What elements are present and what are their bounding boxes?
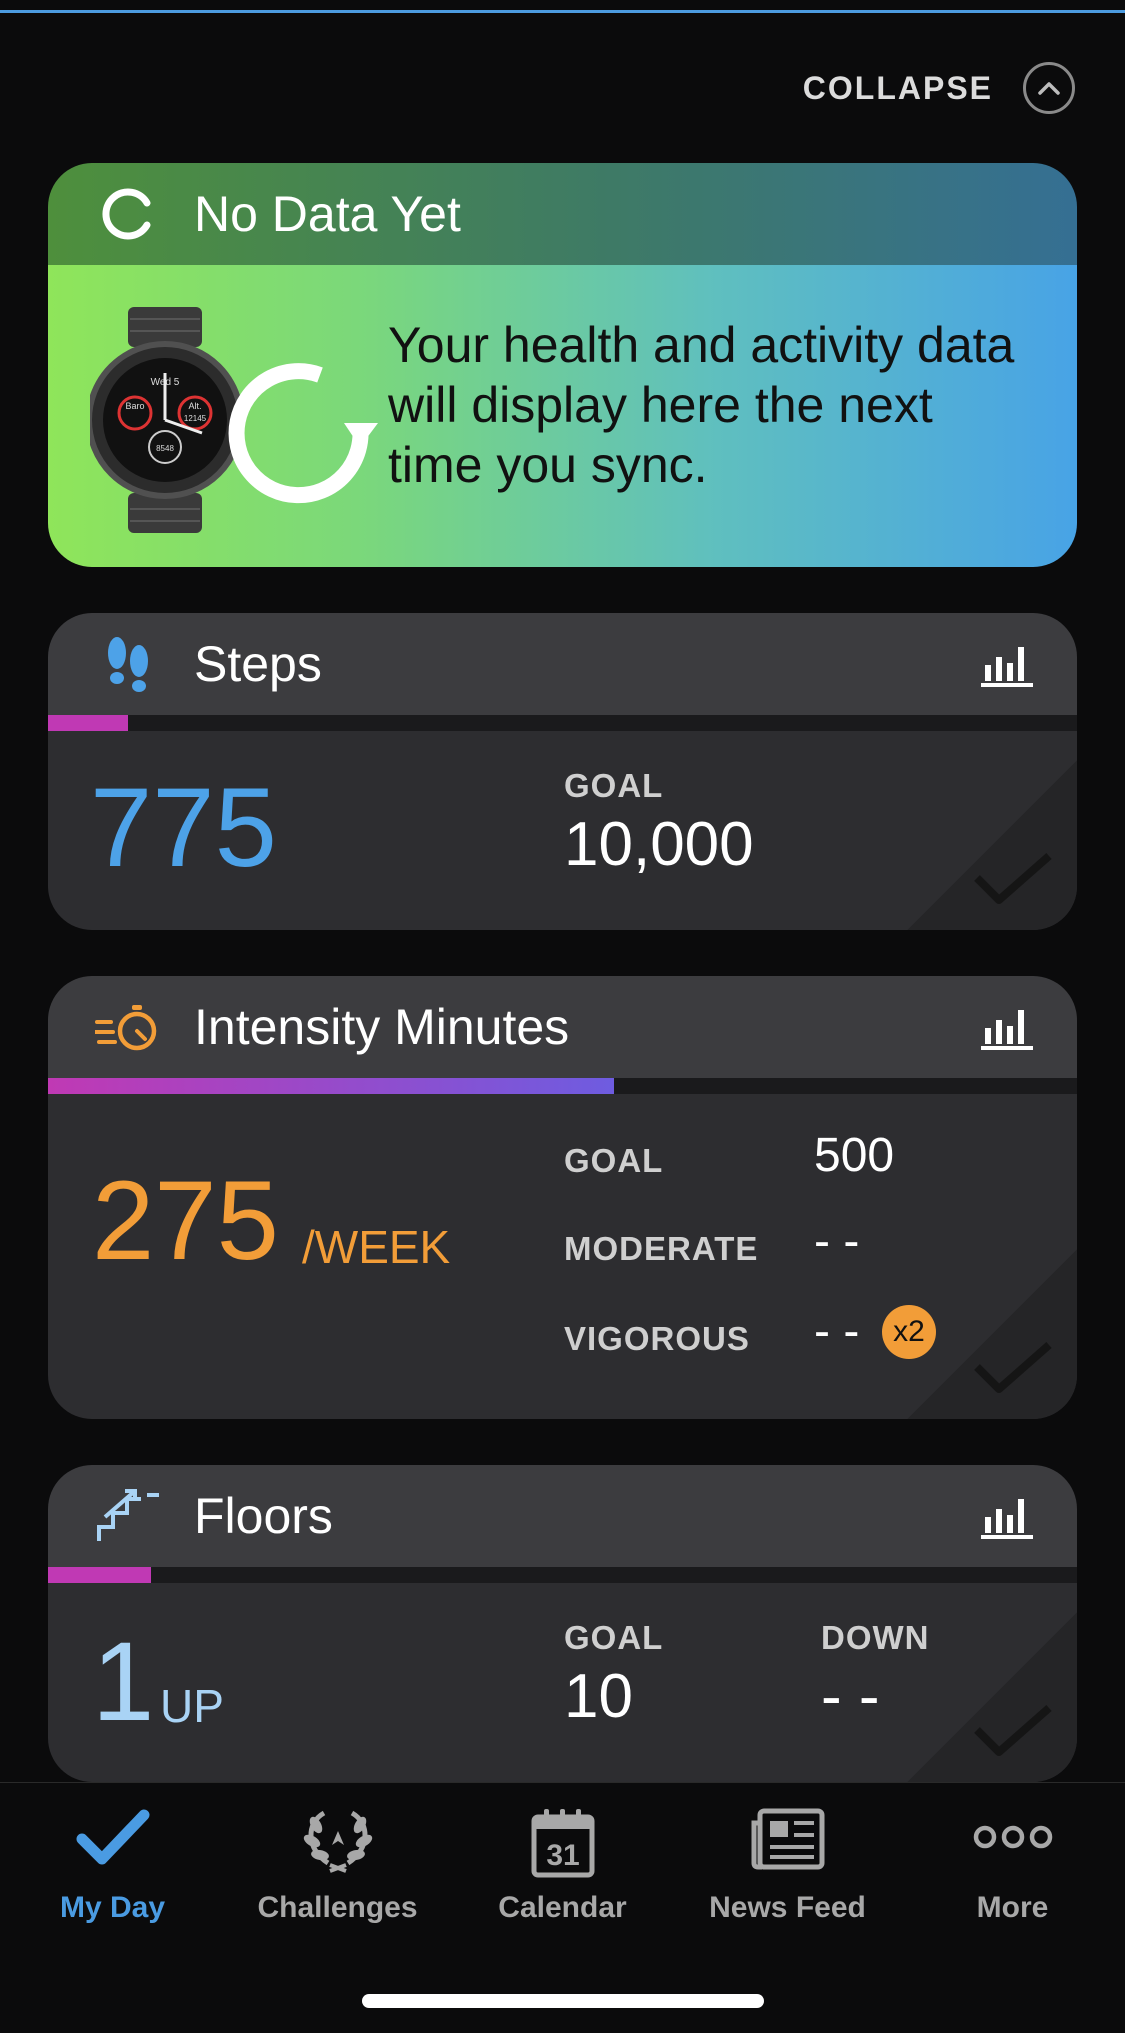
intensity-title: Intensity Minutes: [194, 999, 570, 1055]
watch-right-value: 12145: [184, 414, 207, 423]
intensity-goal-label: GOAL: [564, 1142, 664, 1179]
stairs-icon: [88, 1486, 168, 1546]
newspaper-icon: [751, 1808, 824, 1870]
more-dots-icon: [973, 1825, 1052, 1849]
tab-label: More: [976, 1891, 1049, 1924]
watch-bottom-value: 8548: [156, 444, 174, 453]
vigorous-value: - -: [814, 1305, 860, 1358]
steps-value: 775: [90, 765, 277, 890]
moderate-value: - -: [814, 1215, 860, 1268]
vigorous-label: VIGOROUS: [564, 1320, 750, 1357]
collapse-label[interactable]: COLLAPSE: [803, 70, 993, 107]
top-divider: [0, 10, 1125, 13]
collapse-button[interactable]: [1023, 62, 1075, 114]
calendar-icon: 31: [531, 1809, 594, 1878]
intensity-value: 275: [92, 1158, 279, 1283]
home-indicator: [362, 1994, 764, 2008]
calendar-day: 31: [546, 1839, 579, 1872]
stopwatch-icon: [88, 997, 168, 1057]
tab-label: Challenges: [257, 1891, 418, 1924]
steps-card[interactable]: Steps 775 GOAL 10,000: [48, 613, 1077, 930]
steps-body: 775 GOAL 10,000: [48, 731, 1077, 930]
no-data-message: Your health and activity data will displ…: [388, 317, 1015, 493]
no-data-title: No Data Yet: [194, 186, 461, 242]
steps-title: Steps: [194, 636, 322, 692]
no-data-body: Wed 5 Baro Alt. 12145 8548 Your health a…: [48, 265, 1077, 567]
steps-goal-label: GOAL: [564, 767, 664, 804]
footprints-icon: [88, 634, 168, 694]
floors-progress-fill: [48, 1567, 151, 1583]
checkmark-icon: [974, 852, 1052, 904]
watch-right-label: Alt.: [188, 401, 201, 411]
floors-title: Floors: [194, 1488, 333, 1544]
intensity-progress-fill: [48, 1078, 614, 1094]
floors-unit: UP: [160, 1680, 224, 1732]
intensity-progress-bar: [48, 1078, 1077, 1094]
checkmark-icon: [76, 1809, 149, 1865]
collapse-control[interactable]: COLLAPSE: [803, 62, 1075, 114]
steps-progress-bar: [48, 715, 1077, 731]
bar-chart-icon[interactable]: [981, 641, 1033, 689]
floors-goal-label: GOAL: [564, 1619, 664, 1656]
no-data-card[interactable]: No Data Yet Wed 5 Baro Alt. 12145 8548 Y…: [48, 163, 1077, 567]
floors-goal-value: 10: [564, 1662, 633, 1731]
laurel-icon: [303, 1810, 372, 1873]
bar-chart-icon[interactable]: [981, 1493, 1033, 1541]
bar-chart-icon[interactable]: [981, 1004, 1033, 1052]
intensity-body: 275 /WEEK GOAL 500 MODERATE - - VIGOROUS…: [48, 1094, 1077, 1419]
tab-label: News Feed: [709, 1891, 866, 1924]
floors-progress-bar: [48, 1567, 1077, 1583]
watch-image: Wed 5 Baro Alt. 12145 8548: [90, 307, 378, 533]
moderate-label: MODERATE: [564, 1230, 759, 1267]
intensity-unit: /WEEK: [302, 1221, 451, 1273]
steps-header: Steps: [48, 613, 1077, 715]
no-data-header: No Data Yet: [48, 163, 1077, 265]
chevron-up-icon: [1038, 82, 1060, 95]
floors-card[interactable]: Floors 1 UP GOAL 10 DOWN - -: [48, 1465, 1077, 1782]
watch-left-label: Baro: [125, 401, 144, 411]
floors-body: 1 UP GOAL 10 DOWN - -: [48, 1583, 1077, 1782]
floors-value: 1: [92, 1619, 155, 1744]
steps-goal-value: 10,000: [564, 810, 754, 879]
intensity-header: Intensity Minutes: [48, 976, 1077, 1078]
tab-label: Calendar: [498, 1891, 627, 1924]
tab-label: My Day: [59, 1891, 166, 1924]
floors-down-value: - -: [821, 1662, 880, 1731]
steps-progress-fill: [48, 715, 128, 731]
checkmark-icon: [974, 1704, 1052, 1756]
sync-icon: [88, 184, 168, 244]
checkmark-icon: [974, 1341, 1052, 1393]
floors-header: Floors: [48, 1465, 1077, 1567]
intensity-goal-value: 500: [814, 1129, 895, 1182]
intensity-minutes-card[interactable]: Intensity Minutes 275 /WEEK GOAL 500 MOD…: [48, 976, 1077, 1419]
